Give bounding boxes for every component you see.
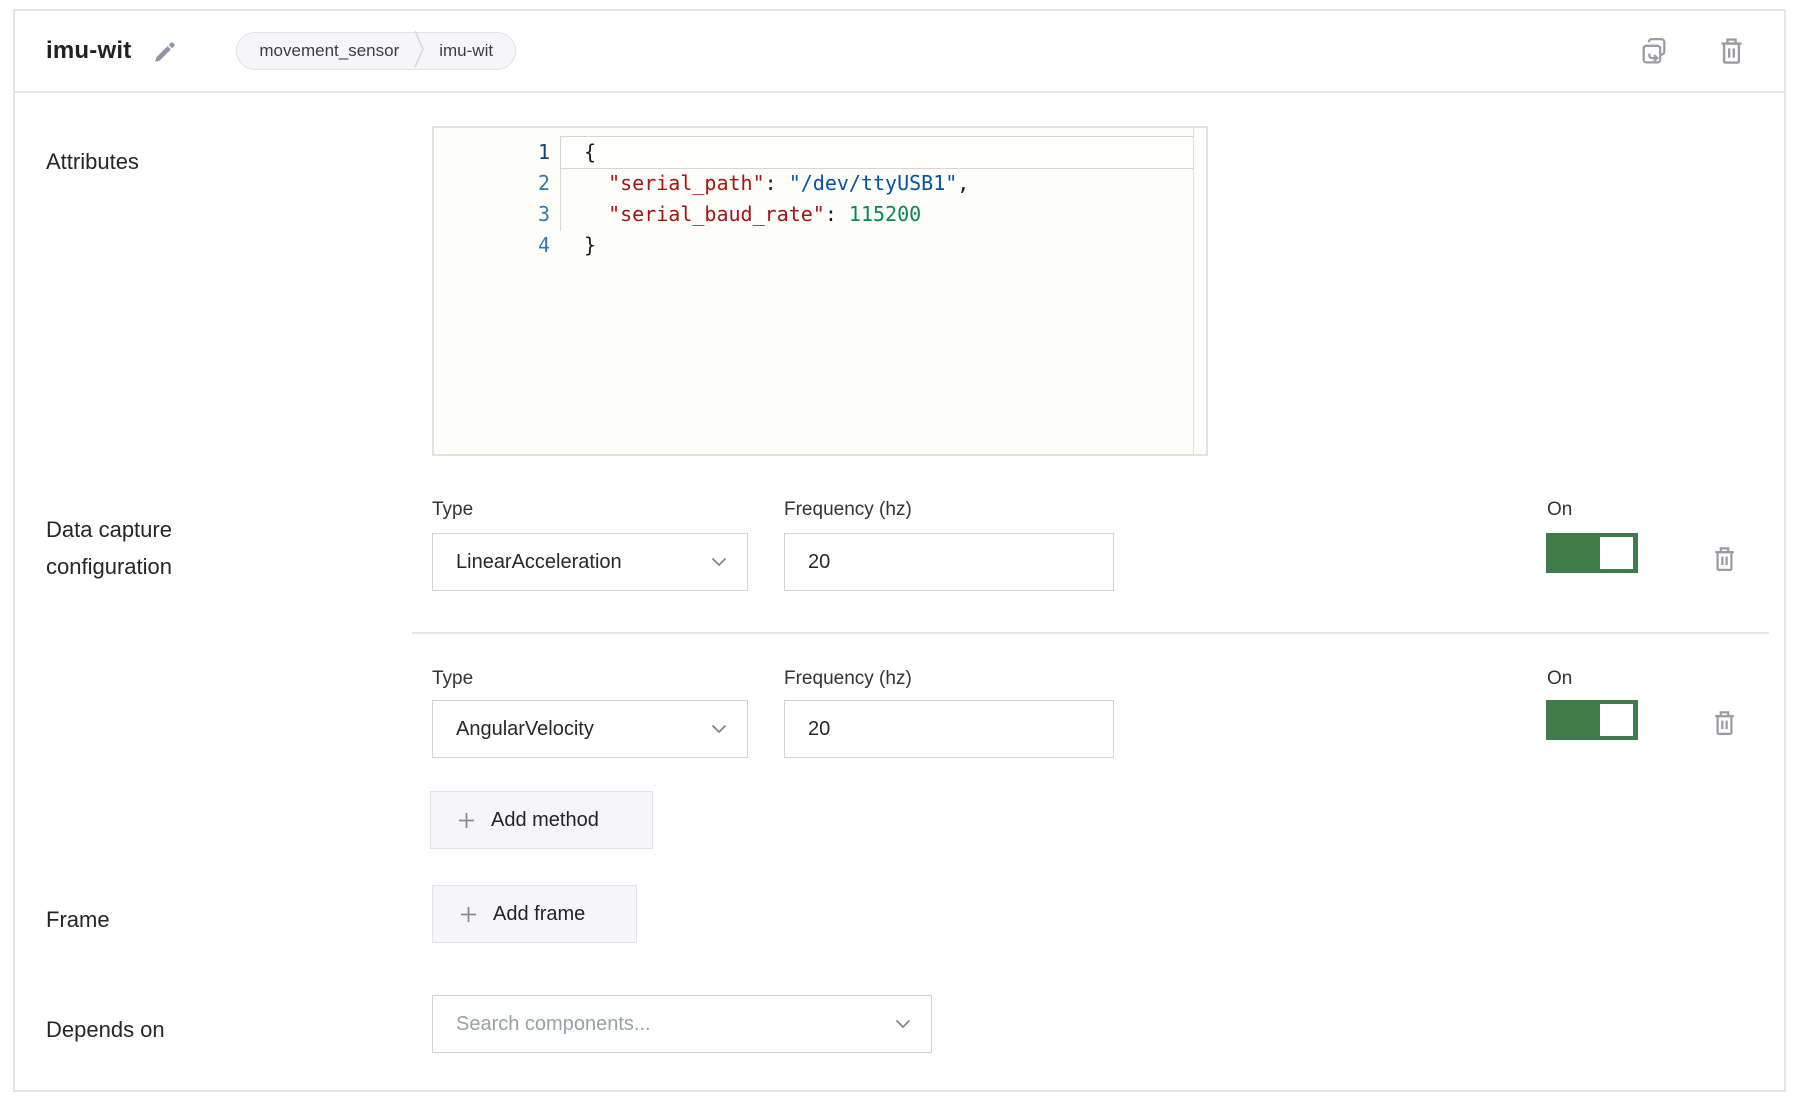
rename-component-button[interactable] (153, 39, 178, 64)
editor-line-number: 3 (434, 199, 550, 230)
code-line: } (584, 230, 596, 261)
type-label: Type (432, 668, 473, 690)
add-frame-label: Add frame (493, 903, 585, 926)
editor-line-number: 1 (434, 137, 550, 168)
trash-icon (1718, 36, 1745, 66)
card-body: Attributes 1 2 3 4 { "serial_path": "/de… (15, 93, 1784, 1090)
breadcrumb-separator-icon (414, 30, 424, 73)
capture-type-value: LinearAcceleration (456, 551, 711, 574)
add-method-button[interactable]: Add method (430, 791, 653, 849)
component-title: imu-wit (46, 37, 131, 65)
data-capture-label: Data capture configuration (46, 511, 281, 585)
toggle-knob (1600, 537, 1633, 569)
toggle-knob (1600, 704, 1633, 736)
frequency-input-1[interactable] (784, 533, 1114, 591)
duplicate-component-button[interactable] (1639, 36, 1670, 67)
code-line: { (584, 137, 596, 168)
editor-line-number: 2 (434, 168, 550, 199)
editor-active-line-highlight (560, 136, 1195, 169)
type-label: Type (432, 499, 473, 521)
frequency-label: Frequency (hz) (784, 668, 912, 690)
delete-component-button[interactable] (1718, 36, 1745, 66)
pencil-icon (153, 39, 178, 64)
attributes-label: Attributes (46, 143, 139, 180)
attributes-json-editor[interactable]: 1 2 3 4 { "serial_path": "/dev/ttyUSB1",… (432, 126, 1208, 456)
duplicate-icon (1639, 36, 1670, 67)
capture-type-select-2[interactable]: AngularVelocity (432, 700, 748, 758)
depends-on-select[interactable] (432, 995, 932, 1053)
trash-icon (1712, 709, 1737, 737)
capture-type-select-1[interactable]: LinearAcceleration (432, 533, 748, 591)
component-config-page: imu-wit movement_sensor imu-wit (0, 0, 1818, 1114)
depends-on-search-input[interactable] (433, 996, 895, 1052)
chevron-down-icon (895, 1019, 911, 1029)
card-header: imu-wit movement_sensor imu-wit (15, 11, 1784, 93)
component-card: imu-wit movement_sensor imu-wit (13, 9, 1786, 1092)
code-line: "serial_path": "/dev/ttyUSB1", (584, 168, 969, 199)
editor-scrollbar[interactable] (1193, 128, 1206, 454)
capture-type-value: AngularVelocity (456, 718, 711, 741)
add-frame-button[interactable]: Add frame (432, 885, 637, 943)
editor-indent-guide (560, 169, 561, 231)
capture-toggle-1[interactable] (1546, 533, 1638, 573)
frequency-label: Frequency (hz) (784, 499, 912, 521)
capture-row-divider (412, 632, 1769, 634)
breadcrumb-parent[interactable]: movement_sensor (259, 41, 399, 61)
editor-line-number: 4 (434, 230, 550, 261)
toggle-label: On (1547, 499, 1572, 521)
delete-capture-row-2-button[interactable] (1712, 709, 1737, 737)
frame-label: Frame (46, 901, 110, 938)
frequency-input-2[interactable] (784, 700, 1114, 758)
depends-on-label: Depends on (46, 1011, 165, 1048)
trash-icon (1712, 545, 1737, 573)
delete-capture-row-1-button[interactable] (1712, 545, 1737, 573)
plus-icon (458, 812, 475, 829)
capture-toggle-2[interactable] (1546, 700, 1638, 740)
plus-icon (460, 906, 477, 923)
toggle-label: On (1547, 668, 1572, 690)
chevron-down-icon (711, 724, 727, 734)
breadcrumb: movement_sensor imu-wit (236, 32, 516, 70)
breadcrumb-current[interactable]: imu-wit (439, 41, 493, 61)
add-method-label: Add method (491, 809, 599, 832)
chevron-down-icon (711, 557, 727, 567)
code-line: "serial_baud_rate": 115200 (584, 199, 921, 230)
